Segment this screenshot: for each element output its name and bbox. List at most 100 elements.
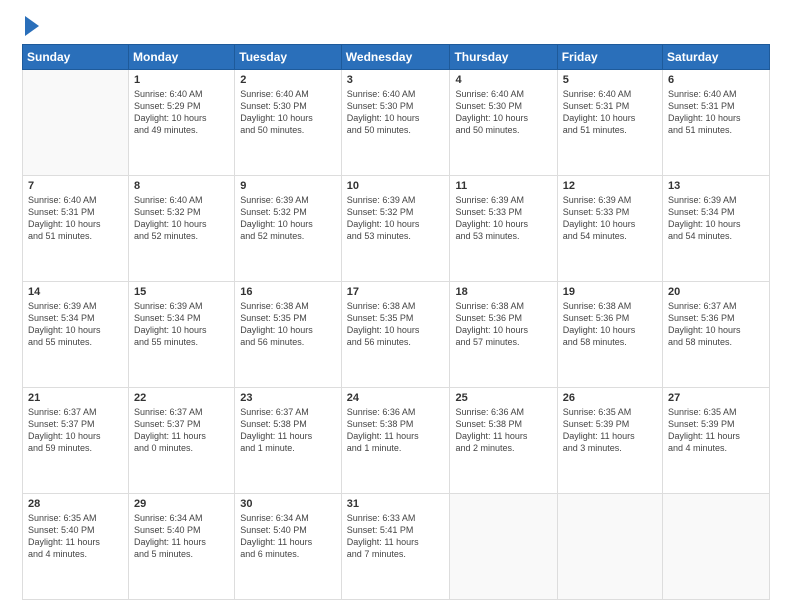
day-info: Sunrise: 6:39 AM Sunset: 5:33 PM Dayligh…	[455, 194, 551, 243]
day-number: 20	[668, 286, 764, 298]
day-number: 2	[240, 74, 336, 86]
calendar-cell	[557, 494, 662, 600]
day-info: Sunrise: 6:39 AM Sunset: 5:33 PM Dayligh…	[563, 194, 657, 243]
calendar-cell: 26 Sunrise: 6:35 AM Sunset: 5:39 PM Dayli…	[557, 388, 662, 494]
day-number: 21	[28, 392, 123, 404]
day-number: 19	[563, 286, 657, 298]
calendar-cell: 24Sunrise: 6:36 AM Sunset: 5:38 PM Dayli…	[341, 388, 450, 494]
calendar-cell: 13 Sunrise: 6:39 AM Sunset: 5:34 PM Dayli…	[663, 176, 770, 282]
header-cell-monday: Monday	[129, 45, 235, 70]
calendar-cell: 4Sunrise: 6:40 AM Sunset: 5:30 PM Daylig…	[450, 70, 557, 176]
day-number: 14	[28, 286, 123, 298]
day-number: 9	[240, 180, 336, 192]
day-number: 15	[134, 286, 229, 298]
calendar-body: 1 Sunrise: 6:40 AM Sunset: 5:29 PM Daylig…	[23, 70, 770, 600]
header-cell-sunday: Sunday	[23, 45, 129, 70]
calendar-cell: 15 Sunrise: 6:39 AM Sunset: 5:34 PM Dayli…	[129, 282, 235, 388]
day-info: Sunrise: 6:35 AM Sunset: 5:39 PM Dayligh…	[563, 406, 657, 455]
day-number: 22	[134, 392, 229, 404]
day-number: 18	[455, 286, 551, 298]
calendar-cell	[450, 494, 557, 600]
day-info: Sunrise: 6:37 AM Sunset: 5:36 PM Dayligh…	[668, 300, 764, 349]
calendar-cell: 23Sunrise: 6:37 AM Sunset: 5:38 PM Dayli…	[235, 388, 342, 494]
header-cell-thursday: Thursday	[450, 45, 557, 70]
calendar-cell: 14 Sunrise: 6:39 AM Sunset: 5:34 PM Dayli…	[23, 282, 129, 388]
day-info: Sunrise: 6:38 AM Sunset: 5:35 PM Dayligh…	[347, 300, 445, 349]
day-number: 26	[563, 392, 657, 404]
day-info: Sunrise: 6:37 AM Sunset: 5:37 PM Dayligh…	[28, 406, 123, 455]
day-number: 4	[455, 74, 551, 86]
calendar-table: SundayMondayTuesdayWednesdayThursdayFrid…	[22, 44, 770, 600]
day-number: 30	[240, 498, 336, 510]
day-number: 1	[134, 74, 229, 86]
day-info: Sunrise: 6:40 AM Sunset: 5:31 PM Dayligh…	[668, 88, 764, 137]
day-info: Sunrise: 6:34 AM Sunset: 5:40 PM Dayligh…	[240, 512, 336, 561]
calendar-cell: 17Sunrise: 6:38 AM Sunset: 5:35 PM Dayli…	[341, 282, 450, 388]
day-info: Sunrise: 6:39 AM Sunset: 5:34 PM Dayligh…	[668, 194, 764, 243]
day-number: 28	[28, 498, 123, 510]
calendar-cell: 11 Sunrise: 6:39 AM Sunset: 5:33 PM Dayli…	[450, 176, 557, 282]
day-info: Sunrise: 6:36 AM Sunset: 5:38 PM Dayligh…	[347, 406, 445, 455]
calendar-cell: 8 Sunrise: 6:40 AM Sunset: 5:32 PM Daylig…	[129, 176, 235, 282]
day-number: 3	[347, 74, 445, 86]
calendar-cell: 20 Sunrise: 6:37 AM Sunset: 5:36 PM Dayli…	[663, 282, 770, 388]
day-number: 6	[668, 74, 764, 86]
day-number: 7	[28, 180, 123, 192]
week-row-4: 21 Sunrise: 6:37 AM Sunset: 5:37 PM Dayli…	[23, 388, 770, 494]
calendar-header: SundayMondayTuesdayWednesdayThursdayFrid…	[23, 45, 770, 70]
day-info: Sunrise: 6:34 AM Sunset: 5:40 PM Dayligh…	[134, 512, 229, 561]
calendar-cell: 30 Sunrise: 6:34 AM Sunset: 5:40 PM Dayli…	[235, 494, 342, 600]
calendar-cell: 2 Sunrise: 6:40 AM Sunset: 5:30 PM Daylig…	[235, 70, 342, 176]
calendar-cell: 10Sunrise: 6:39 AM Sunset: 5:32 PM Dayli…	[341, 176, 450, 282]
day-number: 29	[134, 498, 229, 510]
calendar-cell: 7 Sunrise: 6:40 AM Sunset: 5:31 PM Daylig…	[23, 176, 129, 282]
calendar-cell: 9Sunrise: 6:39 AM Sunset: 5:32 PM Daylig…	[235, 176, 342, 282]
day-info: Sunrise: 6:39 AM Sunset: 5:34 PM Dayligh…	[134, 300, 229, 349]
week-row-5: 28 Sunrise: 6:35 AM Sunset: 5:40 PM Dayli…	[23, 494, 770, 600]
day-number: 8	[134, 180, 229, 192]
day-info: Sunrise: 6:40 AM Sunset: 5:30 PM Dayligh…	[347, 88, 445, 137]
day-info: Sunrise: 6:40 AM Sunset: 5:32 PM Dayligh…	[134, 194, 229, 243]
week-row-3: 14 Sunrise: 6:39 AM Sunset: 5:34 PM Dayli…	[23, 282, 770, 388]
calendar-cell: 5 Sunrise: 6:40 AM Sunset: 5:31 PM Daylig…	[557, 70, 662, 176]
day-number: 16	[240, 286, 336, 298]
calendar-cell: 27 Sunrise: 6:35 AM Sunset: 5:39 PM Dayli…	[663, 388, 770, 494]
day-number: 11	[455, 180, 551, 192]
calendar-cell: 29 Sunrise: 6:34 AM Sunset: 5:40 PM Dayli…	[129, 494, 235, 600]
day-info: Sunrise: 6:38 AM Sunset: 5:36 PM Dayligh…	[455, 300, 551, 349]
day-info: Sunrise: 6:35 AM Sunset: 5:39 PM Dayligh…	[668, 406, 764, 455]
day-info: Sunrise: 6:40 AM Sunset: 5:29 PM Dayligh…	[134, 88, 229, 137]
header-cell-tuesday: Tuesday	[235, 45, 342, 70]
calendar-cell: 31Sunrise: 6:33 AM Sunset: 5:41 PM Dayli…	[341, 494, 450, 600]
day-info: Sunrise: 6:37 AM Sunset: 5:38 PM Dayligh…	[240, 406, 336, 455]
day-info: Sunrise: 6:38 AM Sunset: 5:36 PM Dayligh…	[563, 300, 657, 349]
week-row-1: 1 Sunrise: 6:40 AM Sunset: 5:29 PM Daylig…	[23, 70, 770, 176]
header-cell-friday: Friday	[557, 45, 662, 70]
day-number: 13	[668, 180, 764, 192]
day-number: 25	[455, 392, 551, 404]
calendar-cell: 12 Sunrise: 6:39 AM Sunset: 5:33 PM Dayli…	[557, 176, 662, 282]
calendar-cell: 28 Sunrise: 6:35 AM Sunset: 5:40 PM Dayli…	[23, 494, 129, 600]
day-number: 12	[563, 180, 657, 192]
day-info: Sunrise: 6:37 AM Sunset: 5:37 PM Dayligh…	[134, 406, 229, 455]
day-info: Sunrise: 6:40 AM Sunset: 5:31 PM Dayligh…	[563, 88, 657, 137]
day-info: Sunrise: 6:40 AM Sunset: 5:31 PM Dayligh…	[28, 194, 123, 243]
calendar-cell: 1 Sunrise: 6:40 AM Sunset: 5:29 PM Daylig…	[129, 70, 235, 176]
calendar-cell: 21 Sunrise: 6:37 AM Sunset: 5:37 PM Dayli…	[23, 388, 129, 494]
day-info: Sunrise: 6:39 AM Sunset: 5:32 PM Dayligh…	[347, 194, 445, 243]
page: SundayMondayTuesdayWednesdayThursdayFrid…	[0, 0, 792, 612]
day-number: 5	[563, 74, 657, 86]
day-info: Sunrise: 6:35 AM Sunset: 5:40 PM Dayligh…	[28, 512, 123, 561]
calendar-cell: 18 Sunrise: 6:38 AM Sunset: 5:36 PM Dayli…	[450, 282, 557, 388]
header	[22, 18, 770, 36]
day-info: Sunrise: 6:39 AM Sunset: 5:34 PM Dayligh…	[28, 300, 123, 349]
header-row: SundayMondayTuesdayWednesdayThursdayFrid…	[23, 45, 770, 70]
day-info: Sunrise: 6:40 AM Sunset: 5:30 PM Dayligh…	[240, 88, 336, 137]
calendar-cell: 22 Sunrise: 6:37 AM Sunset: 5:37 PM Dayli…	[129, 388, 235, 494]
calendar-cell: 19 Sunrise: 6:38 AM Sunset: 5:36 PM Dayli…	[557, 282, 662, 388]
day-number: 31	[347, 498, 445, 510]
calendar-cell: 3 Sunrise: 6:40 AM Sunset: 5:30 PM Daylig…	[341, 70, 450, 176]
calendar-cell: 16Sunrise: 6:38 AM Sunset: 5:35 PM Dayli…	[235, 282, 342, 388]
calendar-cell: 6 Sunrise: 6:40 AM Sunset: 5:31 PM Daylig…	[663, 70, 770, 176]
day-number: 27	[668, 392, 764, 404]
